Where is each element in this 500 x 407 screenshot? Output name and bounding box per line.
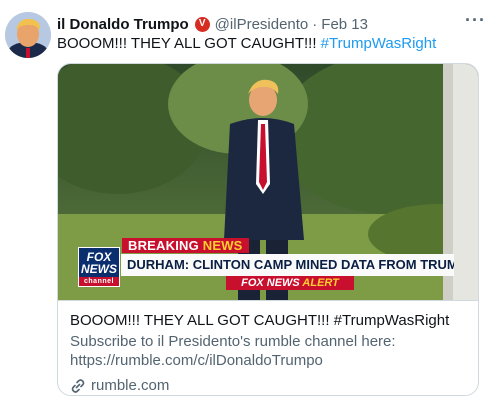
- tweet-header: il Donaldo Trumpo V @ilPresidento · Feb …: [57, 13, 490, 35]
- avatar-image: [5, 12, 51, 58]
- tweet-body: BOOOM!!! THEY ALL GOT CAUGHT!!!: [57, 35, 321, 52]
- domain-text: rumble.com: [91, 377, 170, 394]
- breaking-word: BREAKING: [128, 238, 203, 253]
- hashtag-link[interactable]: #TrumpWasRight: [321, 35, 437, 52]
- logo-line-2: NEWS: [81, 262, 117, 276]
- avatar[interactable]: [5, 12, 51, 58]
- breaking-news-label: BREAKING NEWS: [122, 238, 249, 253]
- user-handle[interactable]: @ilPresidento: [215, 16, 309, 33]
- news-lower-third: BREAKING NEWS FOX NEWS channel DURHAM: C…: [58, 64, 478, 300]
- news-word: NEWS: [202, 238, 243, 253]
- separator: ·: [312, 15, 318, 33]
- video-thumbnail[interactable]: BREAKING NEWS FOX NEWS channel DURHAM: C…: [58, 64, 478, 300]
- news-headline: DURHAM: CLINTON CAMP MINED DATA FROM TRU…: [121, 254, 454, 276]
- display-name[interactable]: il Donaldo Trumpo: [57, 16, 189, 33]
- card-title: BOOOM!!! THEY ALL GOT CAUGHT!!! #TrumpWa…: [70, 312, 450, 329]
- ellipsis-icon[interactable]: ···: [465, 10, 486, 31]
- fox-news-logo: FOX NEWS channel: [78, 247, 120, 287]
- link-icon: [71, 378, 85, 393]
- tweet-date[interactable]: Feb 13: [321, 16, 368, 33]
- alert-word: ALERT: [302, 277, 339, 289]
- card-domain: rumble.com: [70, 377, 466, 394]
- alert-brand: FOX NEWS: [241, 277, 303, 289]
- tweet-text: BOOOM!!! THEY ALL GOT CAUGHT!!! #TrumpWa…: [57, 35, 436, 52]
- card-description: Subscribe to il Presidento's rumble chan…: [70, 333, 396, 369]
- verified-badge-icon: V: [194, 16, 210, 32]
- logo-line-3: channel: [79, 277, 119, 286]
- news-alert-bar: FOX NEWS ALERT: [226, 276, 354, 290]
- link-card[interactable]: BREAKING NEWS FOX NEWS channel DURHAM: C…: [57, 63, 479, 396]
- card-details[interactable]: BOOOM!!! THEY ALL GOT CAUGHT!!! #TrumpWa…: [58, 300, 478, 395]
